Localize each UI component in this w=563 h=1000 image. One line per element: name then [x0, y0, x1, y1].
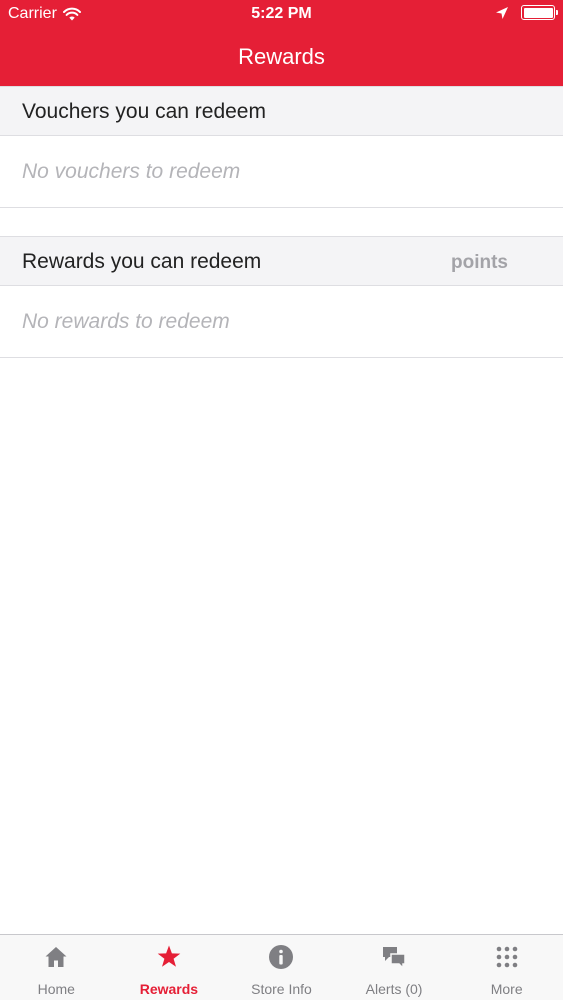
chat-bubbles-icon — [383, 947, 406, 970]
status-right-icons — [495, 5, 558, 20]
tab-more[interactable]: More — [450, 935, 563, 1000]
star-icon — [157, 945, 181, 967]
battery-icon — [521, 5, 558, 20]
tab-rewards-label: Rewards — [139, 981, 199, 997]
rewards-empty-text: No rewards to redeem — [22, 310, 230, 333]
tab-store-info-label: Store Info — [251, 981, 312, 997]
location-arrow-icon — [496, 6, 508, 19]
vouchers-empty-text: No vouchers to redeem — [22, 160, 241, 183]
tab-store-info[interactable]: Store Info — [225, 935, 338, 1000]
navigation-header: Carrier 5:22 PM Rewards — [0, 0, 563, 86]
rewards-section-title: Rewards you can redeem — [22, 250, 262, 273]
tab-bar: Home Rewards Store Info Alerts (0) More — [0, 934, 563, 1000]
points-column-label: points — [451, 252, 508, 273]
tab-home[interactable]: Home — [0, 935, 113, 1000]
home-icon — [45, 947, 67, 967]
status-bar: Carrier 5:22 PM — [0, 0, 563, 28]
page-title: Rewards — [238, 44, 325, 69]
tab-home-label: Home — [37, 981, 75, 997]
tab-alerts-label: Alerts (0) — [365, 981, 423, 997]
vouchers-section-title: Vouchers you can redeem — [22, 100, 266, 123]
status-time: 5:22 PM — [251, 5, 312, 22]
rewards-empty-row: No rewards to redeem — [0, 286, 563, 358]
tab-more-label: More — [490, 981, 523, 997]
vouchers-section-header: Vouchers you can redeem — [0, 86, 563, 136]
grid-dots-icon — [496, 946, 517, 968]
rewards-section-header: Rewards you can redeem points — [0, 236, 563, 286]
tab-alerts[interactable]: Alerts (0) — [338, 935, 451, 1000]
info-icon — [269, 945, 294, 969]
tab-rewards[interactable]: Rewards — [113, 935, 226, 1000]
vouchers-empty-row: No vouchers to redeem — [0, 136, 563, 208]
